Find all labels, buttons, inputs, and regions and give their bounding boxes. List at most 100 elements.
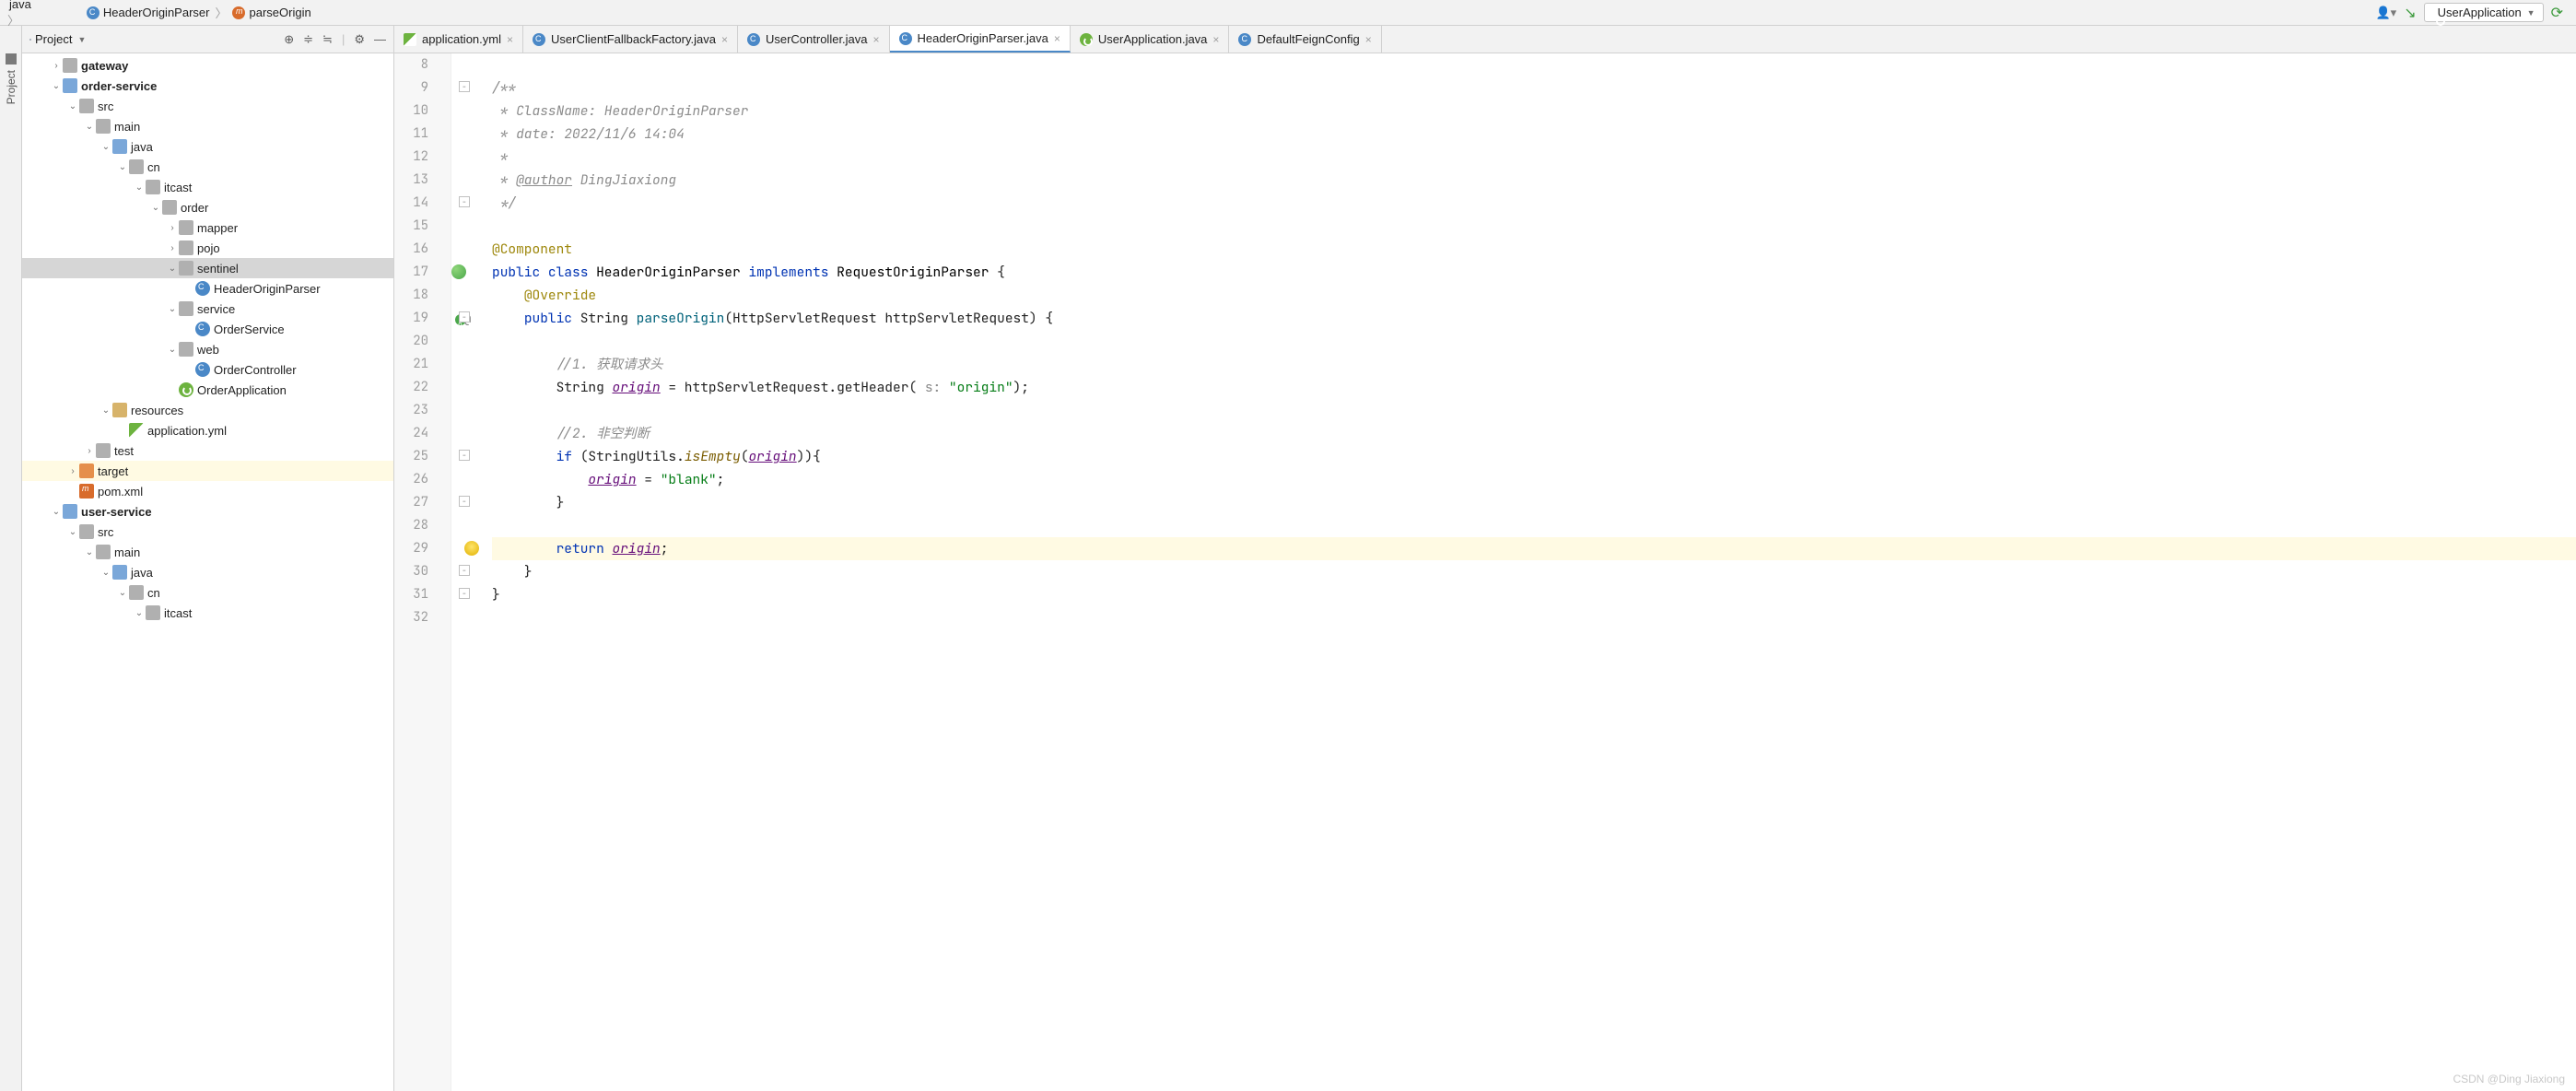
fold-toggle-icon[interactable]: −: [459, 196, 470, 207]
code-line[interactable]: [492, 606, 2576, 629]
tree-node[interactable]: ›OrderService: [22, 319, 393, 339]
chevron-down-icon[interactable]: ⌄: [116, 588, 129, 598]
project-tool-button[interactable]: [6, 53, 17, 65]
code-line[interactable]: [492, 514, 2576, 537]
tree-node[interactable]: ⌄main: [22, 542, 393, 562]
close-icon[interactable]: ×: [721, 33, 728, 46]
breadcrumb-method[interactable]: parseOrigin: [228, 6, 314, 19]
editor-tab[interactable]: DefaultFeignConfig×: [1229, 26, 1381, 53]
tree-node[interactable]: ⌄service: [22, 299, 393, 319]
settings-gear-icon[interactable]: ⚙: [354, 32, 365, 47]
tree-node[interactable]: ⌄java: [22, 562, 393, 582]
chevron-down-icon[interactable]: ⌄: [100, 405, 112, 416]
fold-toggle-icon[interactable]: −: [459, 496, 470, 507]
chevron-down-icon[interactable]: ⌄: [66, 101, 79, 111]
chevron-down-icon[interactable]: ⌄: [166, 345, 179, 355]
editor-tab[interactable]: HeaderOriginParser.java×: [890, 26, 1071, 53]
tree-node[interactable]: ›OrderController: [22, 359, 393, 380]
tree-node[interactable]: ⌄itcast: [22, 177, 393, 197]
chevron-right-icon[interactable]: ›: [66, 466, 79, 476]
fold-toggle-icon[interactable]: −: [459, 565, 470, 576]
run-configuration-selector[interactable]: UserApplication ▼: [2424, 3, 2544, 22]
chevron-down-icon[interactable]: ⌄: [50, 507, 63, 517]
chevron-right-icon[interactable]: ›: [166, 243, 179, 253]
code-line[interactable]: public class HeaderOriginParser implemen…: [492, 261, 2576, 284]
code-line[interactable]: //2. 非空判断: [492, 422, 2576, 445]
code-line[interactable]: origin = "blank";: [492, 468, 2576, 491]
close-icon[interactable]: ×: [507, 33, 513, 46]
chevron-down-icon[interactable]: ⌄: [100, 142, 112, 152]
tree-node[interactable]: ⌄main: [22, 116, 393, 136]
tree-node[interactable]: ›gateway: [22, 55, 393, 76]
tree-node[interactable]: ⌄itcast: [22, 603, 393, 623]
code-line[interactable]: /**−: [492, 76, 2576, 100]
chevron-down-icon[interactable]: ⌄: [100, 568, 112, 578]
editor-code[interactable]: /**− * ClassName: HeaderOriginParser * d…: [451, 53, 2576, 1091]
code-line[interactable]: * @author DingJiaxiong: [492, 169, 2576, 192]
tree-node[interactable]: ⌄src: [22, 522, 393, 542]
tree-node[interactable]: ⌄order-service: [22, 76, 393, 96]
tree-node[interactable]: ⌄resources: [22, 400, 393, 420]
fold-toggle-icon[interactable]: −: [459, 311, 470, 323]
code-line[interactable]: * ClassName: HeaderOriginParser: [492, 100, 2576, 123]
tree-node[interactable]: ⌄order: [22, 197, 393, 217]
chevron-down-icon[interactable]: ⌄: [83, 547, 96, 557]
editor-tab[interactable]: UserApplication.java×: [1071, 26, 1230, 53]
code-line[interactable]: */−: [492, 192, 2576, 215]
editor-tab[interactable]: application.yml×: [394, 26, 523, 53]
code-line[interactable]: @Override: [492, 284, 2576, 307]
editor-tab[interactable]: UserController.java×: [738, 26, 890, 53]
expand-all-icon[interactable]: ≑: [303, 32, 313, 47]
hide-tool-window-icon[interactable]: —: [374, 32, 386, 47]
code-line[interactable]: String origin = httpServletRequest.getHe…: [492, 376, 2576, 399]
breadcrumb-segment[interactable]: java: [6, 0, 83, 11]
tree-node[interactable]: ⌄cn: [22, 582, 393, 603]
tree-node[interactable]: ›HeaderOriginParser: [22, 278, 393, 299]
code-line[interactable]: [492, 330, 2576, 353]
code-line[interactable]: }−: [492, 491, 2576, 514]
close-icon[interactable]: ×: [1365, 33, 1372, 46]
intention-bulb-icon[interactable]: [464, 541, 479, 556]
fold-toggle-icon[interactable]: −: [459, 588, 470, 599]
tree-node[interactable]: ⌄src: [22, 96, 393, 116]
tree-node[interactable]: ›test: [22, 440, 393, 461]
code-line[interactable]: }−: [492, 560, 2576, 583]
breadcrumb-class[interactable]: HeaderOriginParser: [83, 6, 214, 19]
project-tree[interactable]: ›gateway⌄order-service⌄src⌄main⌄java⌄cn⌄…: [22, 53, 393, 1091]
code-line[interactable]: if (StringUtils.isEmpty(origin)){−: [492, 445, 2576, 468]
tree-node[interactable]: ›pojo: [22, 238, 393, 258]
close-icon[interactable]: ×: [1212, 33, 1219, 46]
run-restart-icon[interactable]: ⟳: [2551, 4, 2563, 22]
chevron-down-icon[interactable]: ⌄: [133, 608, 146, 618]
user-icon[interactable]: 👤▾: [2376, 6, 2397, 20]
chevron-down-icon[interactable]: ⌄: [166, 264, 179, 274]
fold-toggle-icon[interactable]: −: [459, 81, 470, 92]
code-line[interactable]: [492, 215, 2576, 238]
chevron-down-icon[interactable]: ⌄: [166, 304, 179, 314]
chevron-down-icon[interactable]: ⌄: [149, 203, 162, 213]
tree-node[interactable]: ⌄user-service: [22, 501, 393, 522]
chevron-down-icon[interactable]: ▼: [77, 35, 86, 44]
code-line[interactable]: [492, 53, 2576, 76]
tree-node[interactable]: ⌄cn: [22, 157, 393, 177]
tree-node[interactable]: ›application.yml: [22, 420, 393, 440]
code-line[interactable]: @Component: [492, 238, 2576, 261]
close-icon[interactable]: ×: [873, 33, 880, 46]
collapse-all-icon[interactable]: ≒: [322, 32, 333, 47]
chevron-down-icon[interactable]: ⌄: [66, 527, 79, 537]
project-strip-label[interactable]: Project: [5, 70, 18, 104]
tree-node[interactable]: ›pom.xml: [22, 481, 393, 501]
code-line[interactable]: return origin;: [492, 537, 2576, 560]
tree-node[interactable]: ⌄web: [22, 339, 393, 359]
tree-node[interactable]: ›OrderApplication: [22, 380, 393, 400]
code-line[interactable]: [492, 399, 2576, 422]
chevron-right-icon[interactable]: ›: [166, 223, 179, 233]
project-title[interactable]: Project: [35, 32, 72, 46]
tree-node[interactable]: ›mapper: [22, 217, 393, 238]
code-line[interactable]: }−: [492, 583, 2576, 606]
code-line[interactable]: *: [492, 146, 2576, 169]
fold-toggle-icon[interactable]: −: [459, 450, 470, 461]
chevron-down-icon[interactable]: ⌄: [83, 122, 96, 132]
close-icon[interactable]: ×: [1054, 32, 1060, 45]
chevron-right-icon[interactable]: ›: [50, 61, 63, 71]
